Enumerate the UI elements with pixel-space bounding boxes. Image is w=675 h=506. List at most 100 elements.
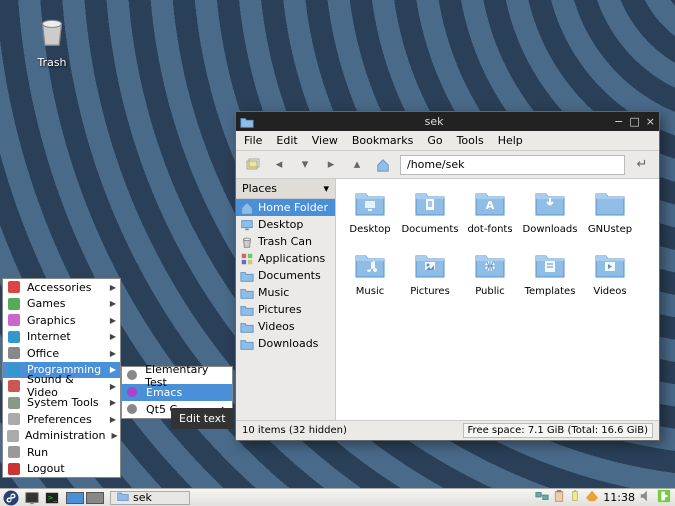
chevron-right-icon: ▶ [110, 299, 116, 308]
start-menu-button[interactable] [0, 489, 22, 506]
sidebar-item-music[interactable]: Music [236, 284, 335, 301]
trash-desktop-icon[interactable]: Trash [28, 12, 76, 69]
submenu-item-elementary-test[interactable]: Elementary Test [122, 367, 232, 384]
file-pictures[interactable]: Pictures [400, 247, 460, 309]
appmenu-item-accessories[interactable]: Accessories▶ [3, 279, 120, 296]
sidebar-item-pictures[interactable]: Pictures [236, 301, 335, 318]
updates-icon[interactable] [585, 489, 599, 506]
sidebar-item-home-folder[interactable]: Home Folder [236, 199, 335, 216]
workspace-pager [66, 492, 104, 504]
folder-icon [117, 490, 129, 505]
volume-icon[interactable] [639, 489, 653, 506]
category-icon [7, 297, 21, 311]
appmenu-item-preferences[interactable]: Preferences▶ [3, 411, 120, 428]
folder-icon [240, 286, 254, 300]
sidebar-item-label: Desktop [258, 218, 303, 231]
sidebar-item-trash-can[interactable]: Trash Can [236, 233, 335, 250]
chevron-right-icon: ▶ [110, 283, 116, 292]
home-button[interactable] [374, 156, 392, 174]
menu-file[interactable]: File [244, 134, 262, 147]
sidebar-item-videos[interactable]: Videos [236, 318, 335, 335]
close-button[interactable]: × [646, 115, 655, 128]
sidebar-item-documents[interactable]: Documents [236, 267, 335, 284]
file-gnustep[interactable]: GNUstep [580, 185, 640, 247]
category-icon [7, 330, 21, 344]
file-desktop[interactable]: Desktop [340, 185, 400, 247]
sidebar-header-places[interactable]: Places ▾ [236, 179, 335, 199]
battery-icon[interactable] [569, 489, 581, 506]
appmenu-item-label: Administration [25, 429, 106, 442]
appmenu-item-run[interactable]: Run [3, 444, 120, 461]
trash-icon [240, 235, 254, 249]
folder-icon: A [473, 185, 507, 222]
appmenu-item-logout[interactable]: Logout [3, 461, 120, 478]
category-icon [7, 462, 21, 476]
menu-tools[interactable]: Tools [457, 134, 484, 147]
appmenu-item-administration[interactable]: Administration ▶ [3, 428, 120, 445]
file-manager-window: sek − □ × File Edit View Bookmarks Go To… [235, 111, 660, 441]
appmenu-item-office[interactable]: Office▶ [3, 345, 120, 362]
forward-button[interactable]: ▸ [322, 156, 340, 174]
back-button[interactable]: ◂ [270, 156, 288, 174]
sidebar-item-desktop[interactable]: Desktop [236, 216, 335, 233]
appmenu-item-system-tools[interactable]: System Tools▶ [3, 395, 120, 412]
category-icon [7, 363, 21, 377]
toolbar: ◂ ▾ ▸ ▴ ↵ [236, 151, 659, 179]
new-tab-button[interactable] [244, 156, 262, 174]
sidebar: Places ▾ Home Folder Desktop Trash CanAppl… [236, 179, 336, 420]
menu-view[interactable]: View [312, 134, 338, 147]
chevron-right-icon: ▶ [112, 431, 118, 440]
icon-view[interactable]: DesktopDocumentsAdot-fontsDownloads GNUst… [336, 179, 659, 420]
show-desktop-button[interactable] [22, 489, 42, 506]
path-input[interactable] [400, 155, 625, 175]
window-titlebar[interactable]: sek − □ × [236, 112, 659, 131]
workspace-1[interactable] [66, 492, 84, 504]
chevron-right-icon: ▶ [110, 332, 116, 341]
terminal-launcher[interactable]: >_ [42, 489, 62, 506]
go-button[interactable]: ↵ [633, 156, 651, 174]
appmenu-item-graphics[interactable]: Graphics▶ [3, 312, 120, 329]
application-menu: Accessories▶Games▶Graphics▶Internet▶Offi… [2, 278, 121, 478]
task-button-sek[interactable]: sek [110, 491, 190, 505]
file-templates[interactable]: Templates [520, 247, 580, 309]
sidebar-item-label: Videos [258, 320, 295, 333]
appmenu-item-games[interactable]: Games ▶ [3, 296, 120, 313]
submenu-item-label: Emacs [146, 386, 182, 399]
up-button[interactable]: ▴ [348, 156, 366, 174]
history-button[interactable]: ▾ [296, 156, 314, 174]
menu-help[interactable]: Help [498, 134, 523, 147]
menu-edit[interactable]: Edit [276, 134, 297, 147]
app-icon [126, 369, 139, 383]
file-label: GNUstep [588, 224, 632, 235]
sidebar-item-applications[interactable]: Applications [236, 250, 335, 267]
window-title: sek [260, 115, 608, 128]
appmenu-item-label: Games [27, 297, 104, 310]
minimize-button[interactable]: − [614, 115, 623, 128]
home-icon [240, 201, 254, 215]
category-icon [7, 445, 21, 459]
file-public[interactable]: Public [460, 247, 520, 309]
menu-bookmarks[interactable]: Bookmarks [352, 134, 413, 147]
workspace-2[interactable] [86, 492, 104, 504]
file-downloads[interactable]: Downloads [520, 185, 580, 247]
sidebar-item-downloads[interactable]: Downloads [236, 335, 335, 352]
sidebar-header-label: Places [242, 182, 277, 195]
chevron-right-icon: ▶ [110, 349, 116, 358]
file-videos[interactable]: Videos [580, 247, 640, 309]
logout-icon[interactable] [657, 489, 671, 506]
chevron-right-icon: ▶ [110, 316, 116, 325]
network-icon[interactable] [535, 489, 549, 506]
file-dot-fonts[interactable]: Adot-fonts [460, 185, 520, 247]
category-icon [7, 280, 21, 294]
file-documents[interactable]: Documents [400, 185, 460, 247]
file-label: Public [475, 286, 505, 297]
appmenu-item-internet[interactable]: Internet▶ [3, 329, 120, 346]
file-music[interactable]: Music [340, 247, 400, 309]
file-label: Templates [525, 286, 576, 297]
folder-icon [240, 337, 254, 351]
maximize-button[interactable]: □ [629, 115, 639, 128]
menu-go[interactable]: Go [427, 134, 442, 147]
appmenu-item-sound-video[interactable]: Sound & Video▶ [3, 378, 120, 395]
clock[interactable]: 11:38 [603, 491, 635, 504]
clipboard-icon[interactable] [553, 489, 565, 506]
